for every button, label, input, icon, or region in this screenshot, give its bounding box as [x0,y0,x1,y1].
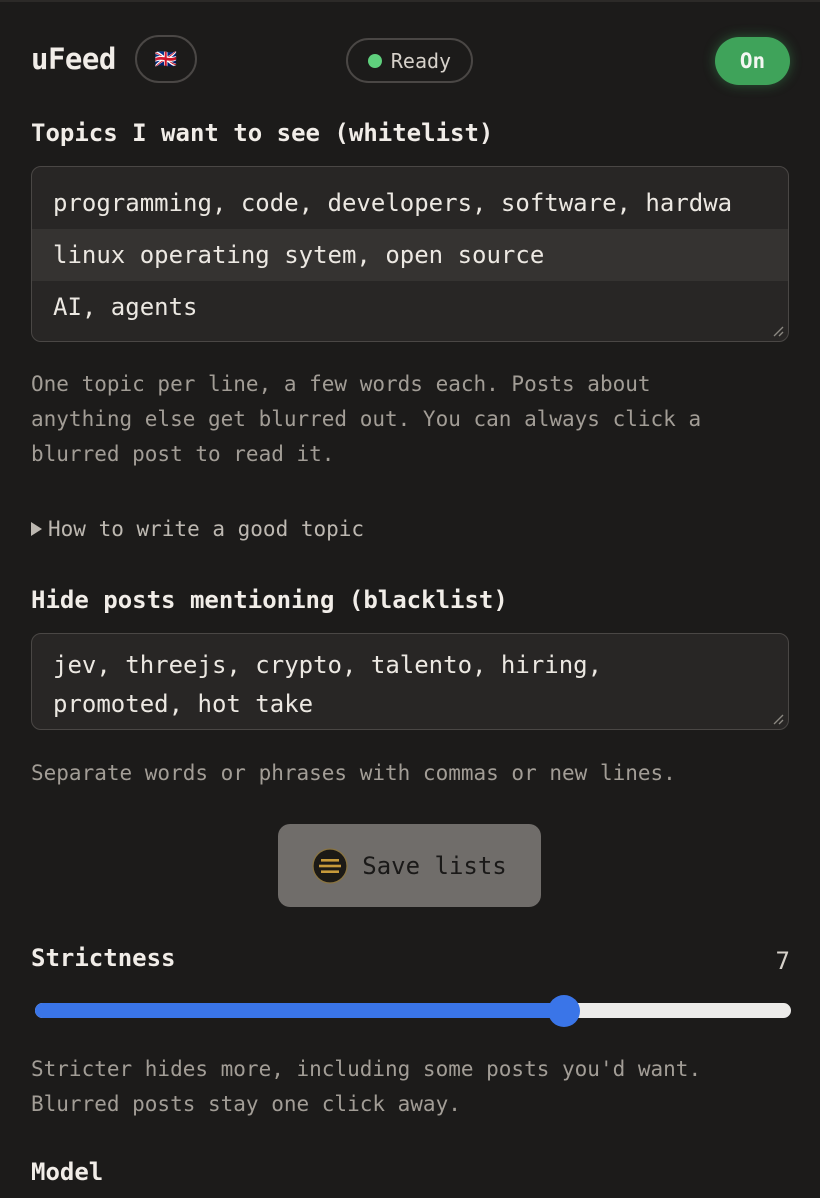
disclosure-triangle-icon [31,522,42,536]
enable-toggle[interactable]: On [715,37,790,85]
save-lists-button[interactable]: Save lists [278,824,541,907]
whitelist-help-text: One topic per line, a few words each. Po… [31,372,702,466]
topic-help-disclosure[interactable]: How to write a good topic [31,517,364,541]
blacklist-value-line: jev, threejs, crypto, talento, hiring, [53,651,603,679]
whitelist-title: Topics I want to see (whitelist) [31,119,494,147]
brand-title: uFeed [31,42,116,76]
save-lists-label: Save lists [362,851,507,880]
resize-handle-icon[interactable] [772,325,784,337]
status-label: Ready [390,48,452,73]
uk-flag-icon: 🇬🇧 [154,48,178,70]
model-title: Model [31,1158,104,1186]
language-button[interactable]: 🇬🇧 [135,35,197,83]
blacklist-title: Hide posts mentioning (blacklist) [31,586,508,614]
resize-handle-icon[interactable] [772,713,784,725]
strictness-help-text: Stricter hides more, including some post… [31,1057,702,1116]
status-badge: Ready [346,38,473,83]
whitelist-topic-line[interactable]: linux operating sytem, open source [32,229,788,281]
whitelist-topic-line[interactable]: programming, code, developers, software,… [32,177,788,229]
blacklist-value[interactable]: jev, threejs, crypto, talento, hiring, p… [32,634,788,729]
whitelist-topic-line[interactable]: AI, agents [32,281,788,333]
model-logo-icon [312,847,348,884]
status-dot-icon [367,53,382,68]
whitelist-textarea[interactable]: programming, code, developers, software,… [31,166,789,342]
strictness-slider[interactable] [33,995,793,1027]
slider-fill [35,1003,565,1018]
strictness-value: 7 [775,947,790,975]
disclosure-label: How to write a good topic [48,517,365,541]
blacklist-textarea[interactable]: jev, threejs, crypto, talento, hiring, p… [31,633,789,730]
blacklist-help-text: Separate words or phrases with commas or… [31,761,676,785]
slider-thumb[interactable] [548,995,581,1027]
strictness-title: Strictness [31,944,176,972]
blacklist-value-line: promoted, hot take [53,690,314,718]
